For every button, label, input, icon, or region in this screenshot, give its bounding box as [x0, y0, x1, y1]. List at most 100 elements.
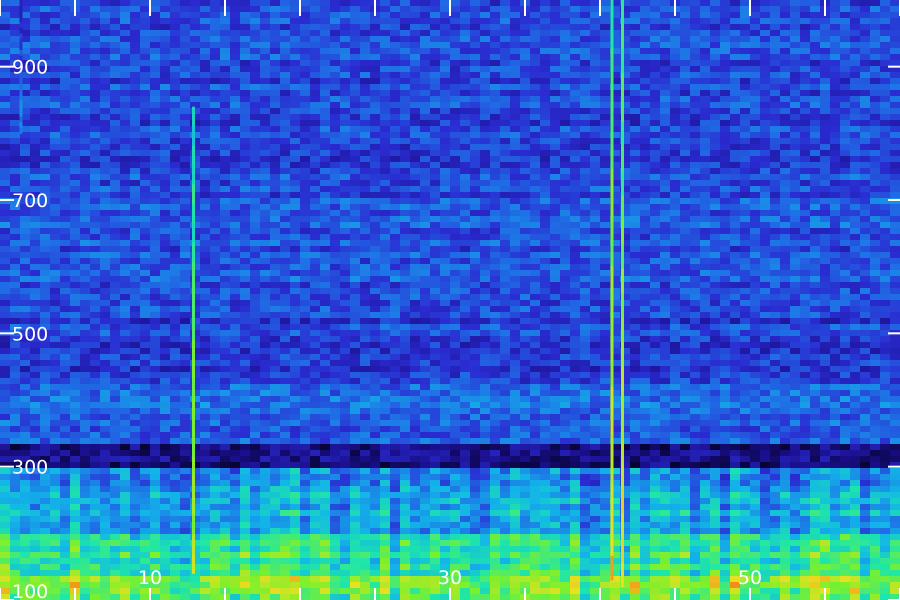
heatmap-cell: [80, 114, 91, 121]
heatmap-cell: [140, 114, 151, 121]
heatmap-cell: [750, 144, 761, 151]
heatmap-cell: [760, 192, 771, 199]
heatmap-cell: [440, 240, 451, 247]
heatmap-cell: [430, 312, 441, 319]
heatmap-cell: [40, 24, 51, 31]
heatmap-cell: [250, 18, 261, 25]
heatmap-cell: [550, 36, 561, 43]
heatmap-cell: [30, 84, 41, 91]
heatmap-cell: [570, 210, 581, 217]
heatmap-cell: [470, 324, 481, 331]
heatmap-cell: [30, 312, 41, 319]
heatmap-cell: [460, 6, 471, 13]
heatmap-cell: [310, 6, 321, 13]
heatmap-cell: [630, 240, 641, 247]
heatmap-cell: [650, 192, 661, 199]
heatmap-cell: [630, 24, 641, 31]
heatmap-cell: [340, 150, 351, 157]
heatmap-cell: [430, 96, 441, 103]
heatmap-cell: [190, 126, 201, 133]
heatmap-cell: [340, 264, 351, 271]
heatmap-cell: [470, 66, 481, 73]
heatmap-cell: [230, 210, 241, 217]
heatmap-cell: [120, 216, 131, 223]
heatmap-cell: [560, 234, 571, 241]
heatmap-cell: [460, 282, 471, 289]
heatmap-cell: [470, 246, 481, 253]
heatmap-cell: [360, 204, 371, 211]
heatmap-cell: [460, 330, 471, 337]
heatmap-cell: [420, 282, 431, 289]
heatmap-cell: [100, 42, 111, 49]
heatmap-cell: [280, 144, 291, 151]
heatmap-cell: [70, 276, 81, 283]
heatmap-cell: [150, 240, 161, 247]
heatmap-cell: [820, 108, 831, 115]
heatmap-cell: [330, 96, 341, 103]
heatmap-cell: [700, 180, 711, 187]
heatmap-cell: [400, 12, 411, 19]
heatmap-cell: [670, 276, 681, 283]
heatmap-cell: [90, 36, 101, 43]
heatmap-cell: [80, 108, 91, 115]
heatmap-cell: [650, 78, 661, 85]
heatmap-cell: [390, 24, 401, 31]
heatmap-cell: [750, 54, 761, 61]
heatmap-cell: [640, 282, 651, 289]
heatmap-cell: [780, 54, 791, 61]
heatmap-cell: [650, 276, 661, 283]
heatmap-cell: [200, 318, 211, 325]
heatmap-cell: [830, 138, 841, 145]
heatmap-cell: [760, 270, 771, 277]
heatmap-cell: [310, 192, 321, 199]
heatmap-cell: [800, 234, 811, 241]
heatmap-cell: [270, 66, 281, 73]
heatmap-cell: [770, 144, 781, 151]
heatmap-cell: [430, 84, 441, 91]
heatmap-cell: [470, 264, 481, 271]
heatmap-cell: [800, 198, 811, 205]
heatmap-cell: [530, 180, 541, 187]
heatmap-cell: [150, 0, 161, 7]
heatmap-cell: [720, 246, 731, 253]
heatmap-cell: [220, 144, 231, 151]
heatmap-cell: [290, 60, 301, 67]
heatmap-cell: [550, 252, 561, 259]
heatmap-cell: [490, 78, 501, 85]
heatmap-cell: [860, 102, 871, 109]
heatmap-cell: [190, 42, 201, 49]
heatmap-cell: [640, 186, 651, 193]
heatmap-cell: [380, 114, 391, 121]
heatmap-cell: [240, 276, 251, 283]
heatmap-cell: [190, 72, 201, 79]
heatmap-cell: [840, 60, 851, 67]
heatmap-cell: [30, 306, 41, 313]
heatmap-cell: [220, 96, 231, 103]
heatmap-cell: [890, 168, 900, 175]
heatmap-cell: [200, 156, 211, 163]
heatmap-cell: [760, 210, 771, 217]
heatmap-cell: [690, 132, 701, 139]
heatmap-cell: [100, 150, 111, 157]
heatmap-cell: [410, 204, 421, 211]
heatmap-cell: [340, 36, 351, 43]
heatmap-cell: [880, 258, 891, 265]
heatmap-cell: [750, 0, 761, 7]
heatmap-cell: [640, 168, 651, 175]
heatmap-cell: [740, 306, 751, 313]
heatmap-cell: [20, 150, 31, 157]
heatmap-cell: [230, 162, 241, 169]
heatmap-cell: [430, 252, 441, 259]
heatmap-cell: [540, 258, 551, 265]
heatmap-cell: [740, 66, 751, 73]
heatmap-cell: [260, 306, 271, 313]
heatmap-cell: [370, 150, 381, 157]
heatmap-cell: [650, 90, 661, 97]
heatmap-cell: [590, 198, 601, 205]
heatmap-cell: [400, 270, 411, 277]
heatmap-cell: [480, 66, 491, 73]
heatmap-cell: [550, 12, 561, 19]
heatmap-cell: [720, 264, 731, 271]
heatmap-cell: [580, 150, 591, 157]
heatmap-cell: [10, 222, 21, 229]
